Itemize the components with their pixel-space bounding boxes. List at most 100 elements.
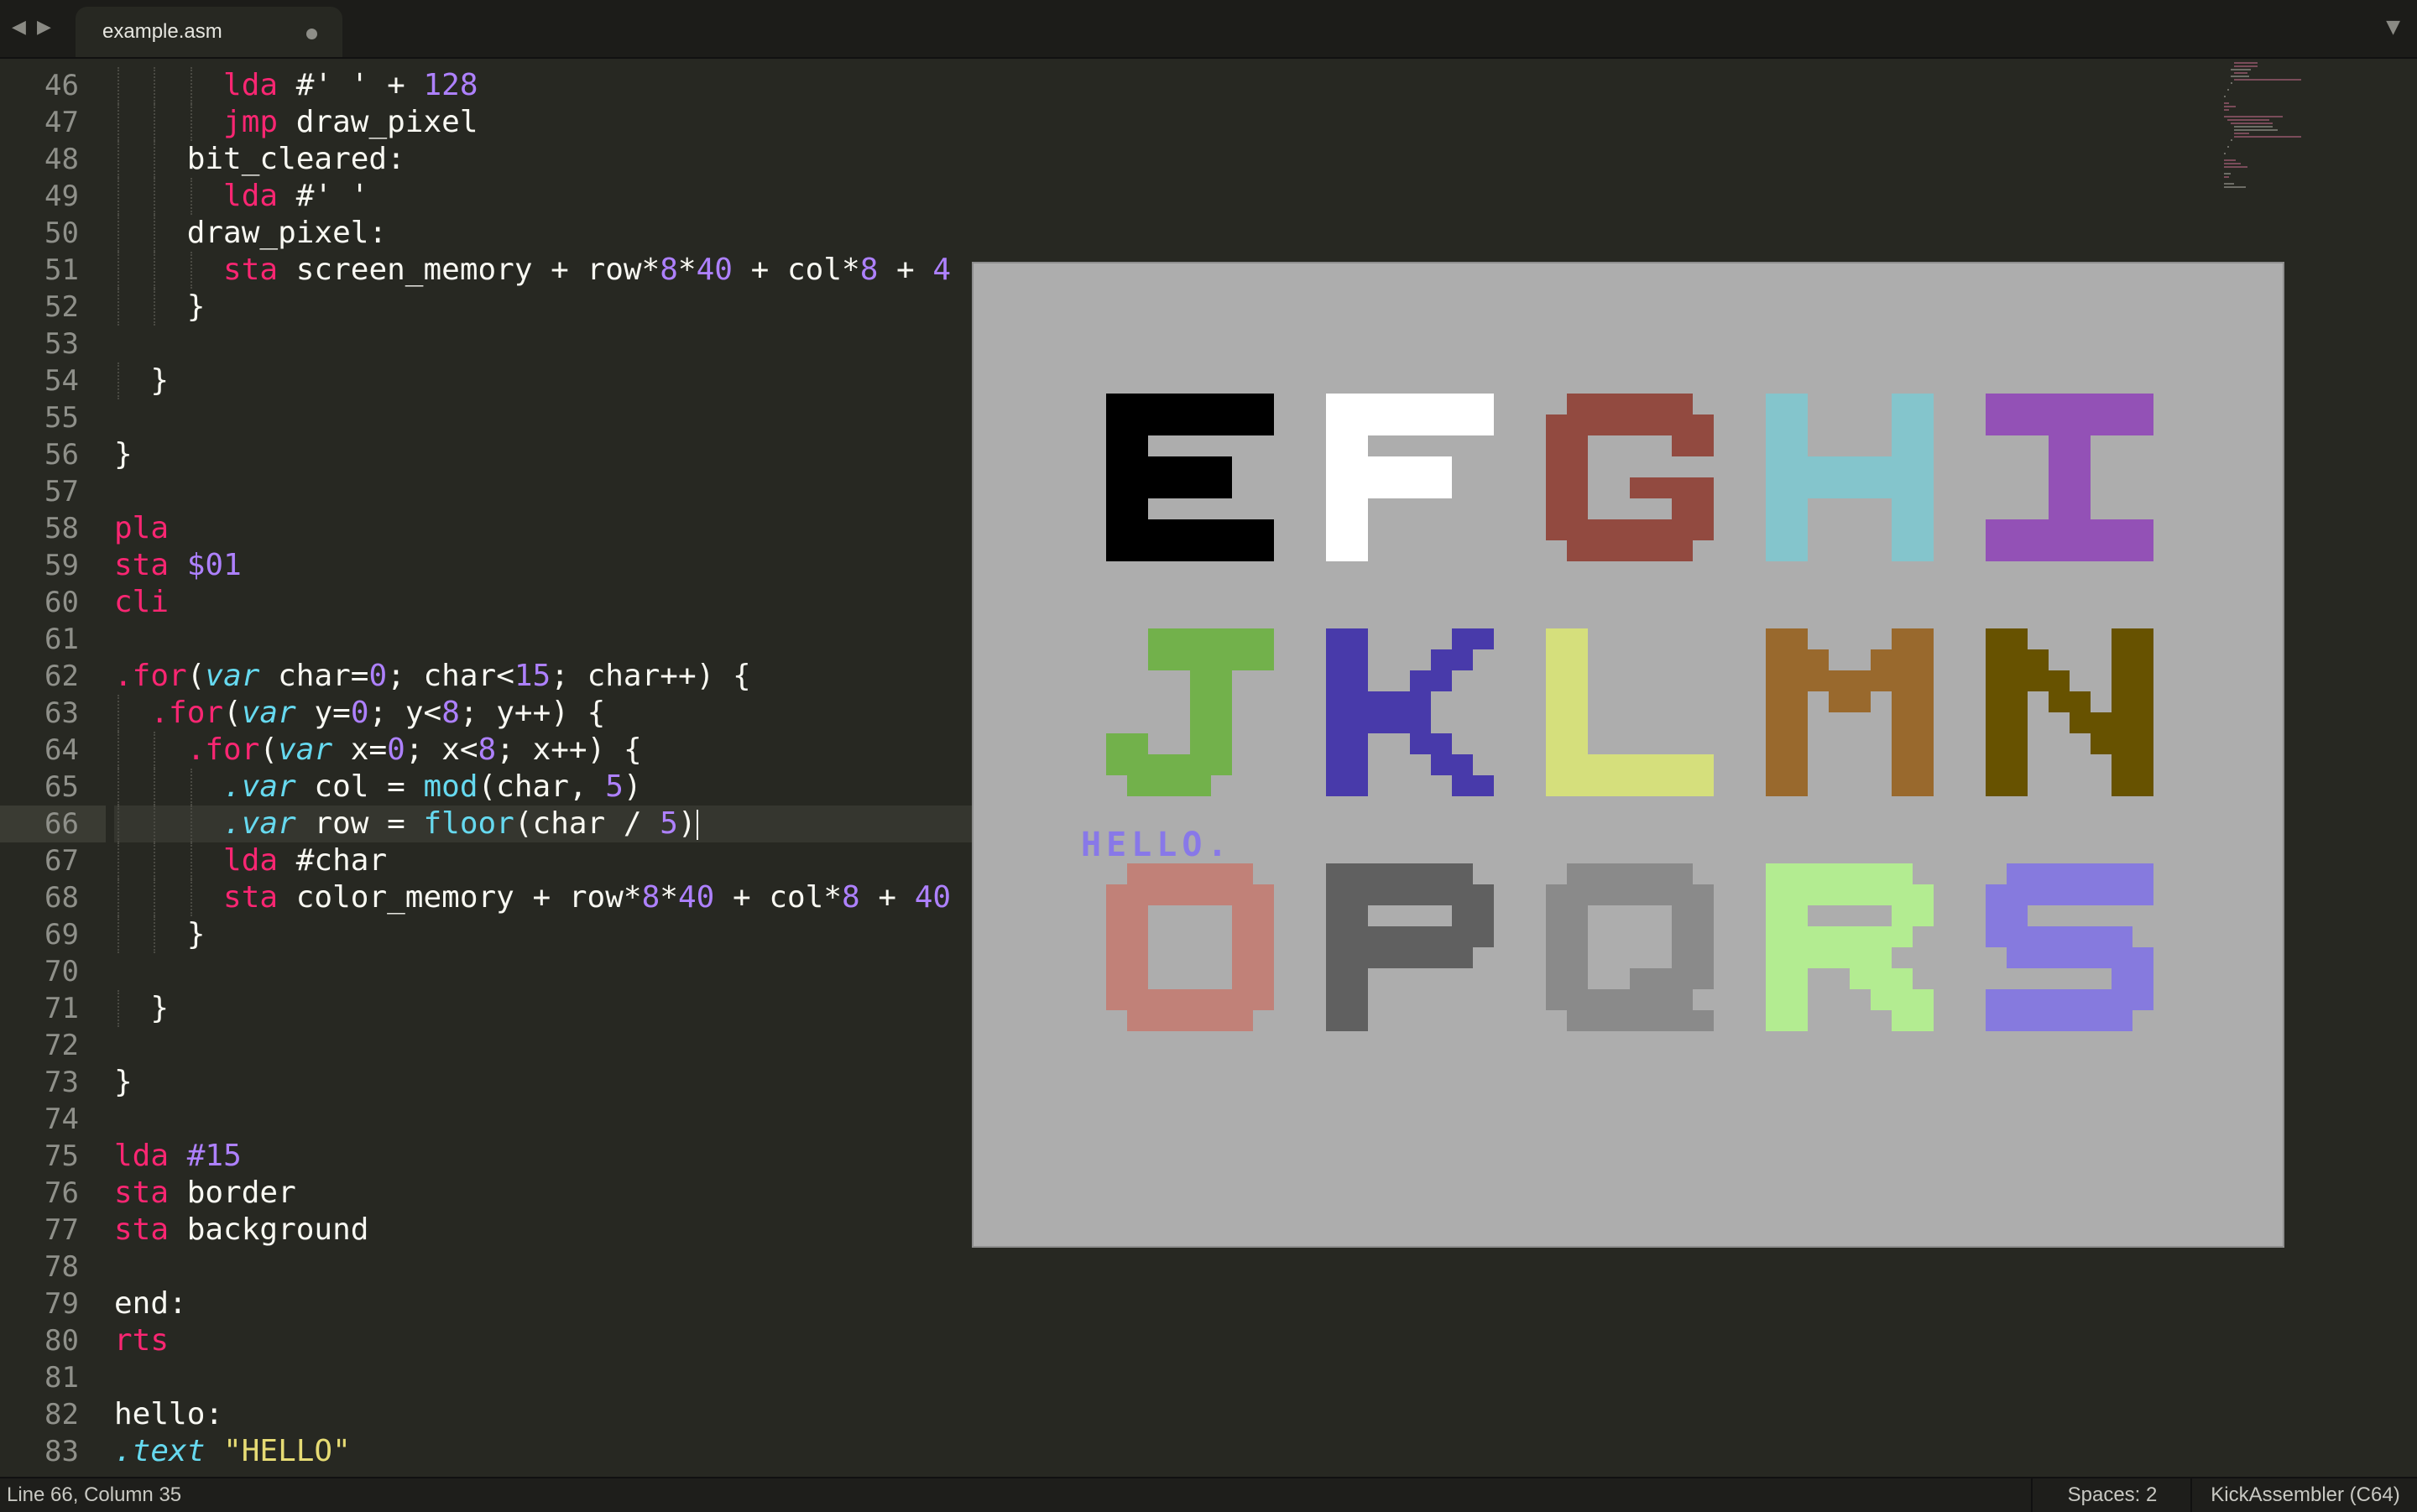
code-line[interactable] (114, 1359, 2212, 1396)
glyph-pixel (2049, 863, 2070, 884)
glyph-pixel (1986, 884, 2007, 905)
glyph-pixel (1326, 712, 1347, 733)
glyph-pixel (1127, 540, 1148, 561)
code-line[interactable] (114, 1249, 2212, 1285)
glyph-pixel (2070, 926, 2091, 947)
glyph-pixel (1609, 414, 1630, 435)
tab-example-asm[interactable]: example.asm (76, 7, 342, 57)
glyph-pixel (1326, 1010, 1347, 1031)
glyph-pixel (1452, 884, 1473, 905)
glyph-pixel (2091, 926, 2112, 947)
glyph-pixel (1368, 414, 1389, 435)
glyph-pixel (1106, 884, 1127, 905)
nav-forward-icon[interactable]: ▶ (37, 17, 51, 38)
code-line[interactable]: jmp draw_pixel (114, 104, 2212, 141)
glyph-pixel (1431, 394, 1452, 414)
glyph-pixel (1808, 649, 1829, 670)
glyph-pixel (1986, 733, 2007, 754)
syntax-selector[interactable]: KickAssembler (C64) (2190, 1478, 2417, 1512)
line-number: 80 (44, 1324, 79, 1358)
glyph-pixel (1829, 863, 1850, 884)
glyph-pixel (1127, 947, 1148, 968)
glyph-pixel (1211, 414, 1232, 435)
glyph-pixel (1766, 905, 1787, 926)
glyph-pixel (2007, 905, 2028, 926)
glyph-pixel (2112, 733, 2132, 754)
glyph-pixel (1630, 394, 1651, 414)
indent-guide (154, 289, 155, 326)
c64-emulator-window[interactable]: HELLO. (972, 262, 2284, 1248)
minimap-line (2231, 82, 2232, 84)
code-line[interactable]: draw_pixel: (114, 215, 2212, 252)
code-line[interactable]: hello: (114, 1396, 2212, 1433)
glyph-pixel (1871, 968, 1892, 989)
indentation-setting[interactable]: Spaces: 2 (2031, 1478, 2192, 1512)
glyph-pixel (1913, 414, 1934, 435)
glyph-pixel (1567, 477, 1588, 498)
glyph-pixel (2112, 394, 2132, 414)
nav-back-icon[interactable]: ◀ (12, 17, 26, 38)
glyph-pixel (1431, 754, 1452, 775)
glyph-pixel (2049, 1010, 2070, 1031)
glyph-pixel (1651, 775, 1672, 796)
code-line[interactable]: lda #' ' (114, 178, 2212, 215)
glyph-pixel (1389, 456, 1410, 477)
glyph-pixel (1609, 1010, 1630, 1031)
glyph-pixel (2112, 775, 2132, 796)
glyph-pixel (2091, 863, 2112, 884)
glyph-pixel (1766, 414, 1787, 435)
glyph-pixel (1766, 1010, 1787, 1031)
glyph-pixel (1452, 905, 1473, 926)
glyph-pixel (2132, 540, 2153, 561)
glyph-pixel (1546, 628, 1567, 649)
glyph-pixel (1368, 394, 1389, 414)
glyph-pixel (1693, 477, 1714, 498)
code-line[interactable]: end: (114, 1285, 2212, 1322)
glyph-pixel (1473, 884, 1494, 905)
glyph-pixel (1127, 733, 1148, 754)
indent-guide (154, 141, 155, 178)
glyph-pixel (1452, 649, 1473, 670)
glyph-pixel (1106, 456, 1127, 477)
glyph-k (1326, 628, 1494, 796)
glyph-pixel (1253, 414, 1274, 435)
indent-guide (191, 769, 192, 806)
glyph-pixel (2028, 540, 2049, 561)
glyph-pixel (1630, 884, 1651, 905)
line-number: 64 (44, 733, 79, 767)
line-number: 49 (44, 180, 79, 213)
glyph-pixel (1808, 863, 1829, 884)
glyph-pixel (1766, 691, 1787, 712)
glyph-pixel (1127, 926, 1148, 947)
line-number: 52 (44, 290, 79, 324)
minimap-line (2224, 173, 2231, 175)
glyph-pixel (1913, 670, 1934, 691)
tab-menu-chevron-icon[interactable]: ▼ (2386, 17, 2400, 38)
glyph-pixel (1169, 1010, 1190, 1031)
code-line[interactable]: .text "HELLO" (114, 1433, 2212, 1470)
glyph-pixel (2007, 712, 2028, 733)
code-line[interactable]: lda #' ' + 128 (114, 67, 2212, 104)
unsaved-dot-icon[interactable] (306, 29, 317, 39)
glyph-pixel (2132, 414, 2153, 435)
glyph-pixel (1787, 670, 1808, 691)
glyph-pixel (1452, 754, 1473, 775)
code-line[interactable]: bit_cleared: (114, 141, 2212, 178)
glyph-pixel (2112, 989, 2132, 1010)
glyph-pixel (2091, 712, 2112, 733)
glyph-pixel (1326, 905, 1347, 926)
code-line[interactable]: rts (114, 1322, 2212, 1359)
glyph-pixel (1693, 414, 1714, 435)
glyph-pixel (1169, 456, 1190, 477)
minimap-line (2224, 176, 2229, 178)
glyph-pixel (1693, 884, 1714, 905)
glyph-pixel (1127, 498, 1148, 519)
glyph-pixel (1452, 628, 1473, 649)
glyph-pixel (1630, 754, 1651, 775)
glyph-pixel (1871, 947, 1892, 968)
indent-guide (117, 289, 119, 326)
glyph-pixel (1190, 540, 1211, 561)
glyph-pixel (2007, 926, 2028, 947)
glyph-pixel (1787, 649, 1808, 670)
glyph-pixel (1892, 691, 1913, 712)
